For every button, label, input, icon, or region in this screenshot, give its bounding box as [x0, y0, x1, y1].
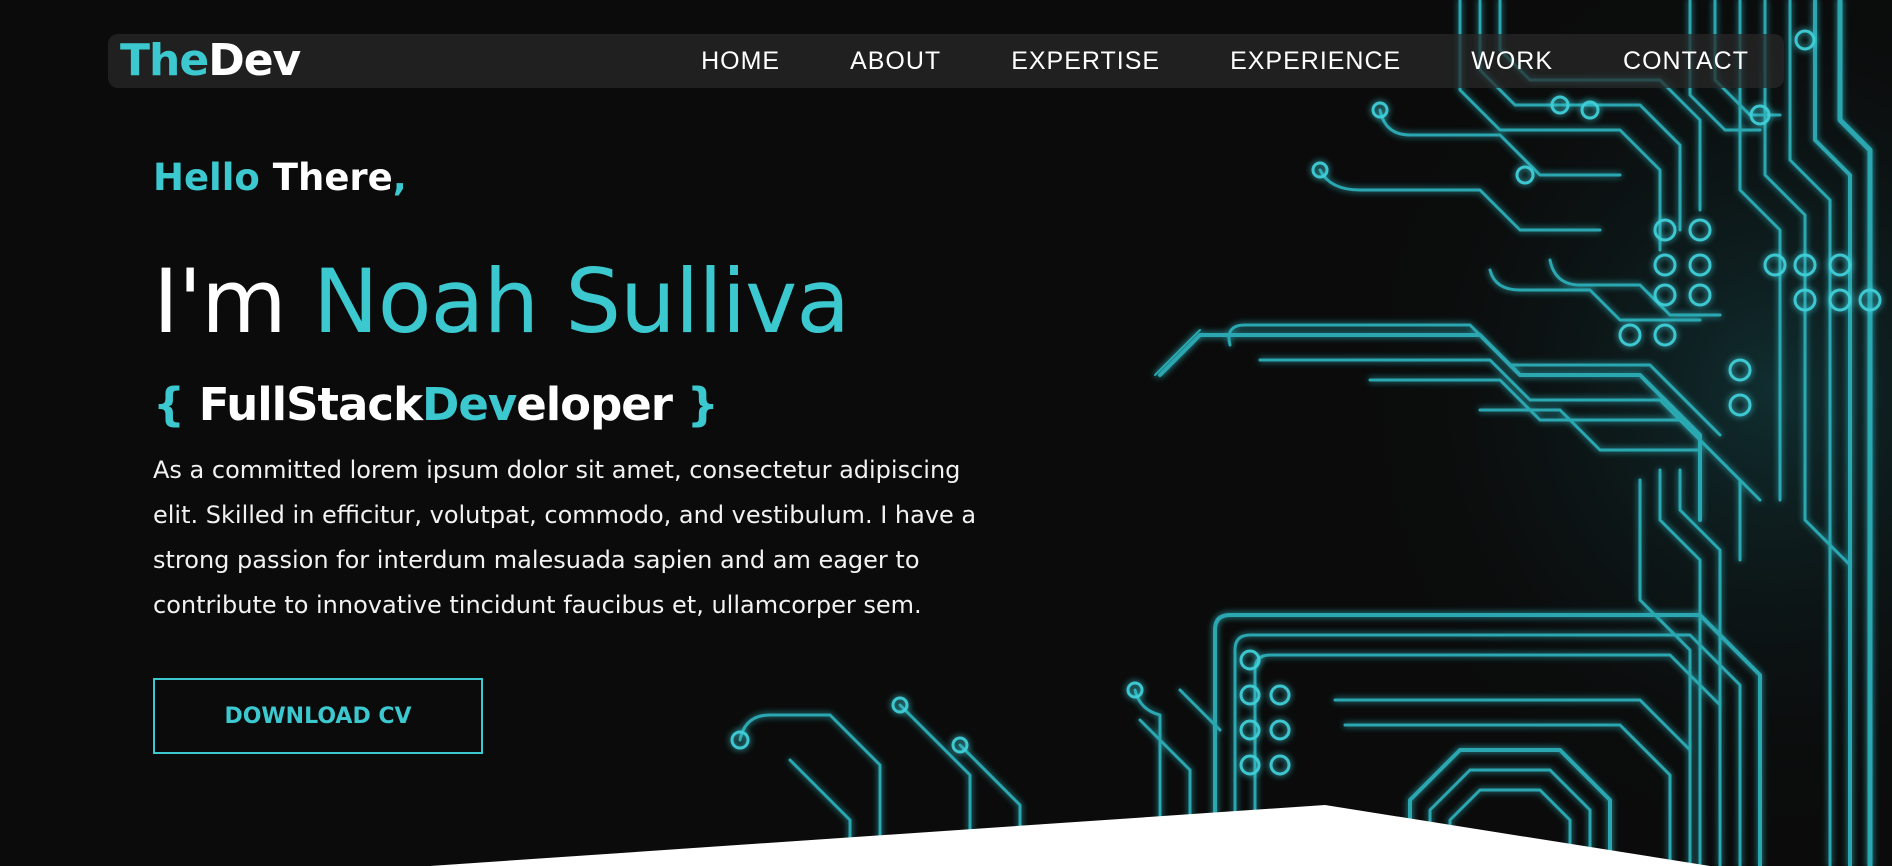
- nav-link-expertise[interactable]: EXPERTISE: [976, 34, 1195, 88]
- bio-paragraph: As a committed lorem ipsum dolor sit ame…: [153, 456, 977, 619]
- role-title: { FullStackDeveloper }: [153, 372, 719, 438]
- logo-text-dev: Dev: [208, 35, 301, 86]
- hero-name-heading: I'm Noah Sulliva: [153, 242, 850, 362]
- nav-link-home[interactable]: HOME: [666, 34, 815, 88]
- hero-section: Hello There, I'm Noah Sulliva { FullStac…: [153, 150, 993, 619]
- download-cv-button[interactable]: DOWNLOAD CV: [153, 678, 483, 754]
- top-navbar: TheDev HOME ABOUT EXPERTISE EXPERIENCE W…: [108, 34, 1784, 88]
- role-part-fullstack: FullStack: [198, 378, 423, 431]
- nav-link-about[interactable]: ABOUT: [815, 34, 976, 88]
- greeting-comma: ,: [392, 156, 407, 199]
- intro-text: I'm: [153, 250, 287, 353]
- nav-link-experience[interactable]: EXPERIENCE: [1195, 34, 1436, 88]
- role-part-dev: Dev: [422, 378, 517, 431]
- nav-link-work[interactable]: WORK: [1436, 34, 1588, 88]
- role-open-brace: {: [153, 378, 185, 431]
- greeting-word-there: There: [272, 156, 393, 199]
- site-logo[interactable]: TheDev: [120, 35, 301, 86]
- role-part-eloper: eloper: [516, 378, 673, 431]
- nav-link-contact[interactable]: CONTACT: [1588, 34, 1784, 88]
- greeting-word-hello: Hello: [153, 156, 260, 199]
- role-close-brace: }: [686, 378, 719, 431]
- greeting-heading: Hello There,: [153, 150, 993, 206]
- logo-text-the: The: [120, 35, 209, 86]
- developer-name: Noah Sulliva: [312, 250, 850, 353]
- nav-links: HOME ABOUT EXPERTISE EXPERIENCE WORK CON…: [666, 34, 1784, 88]
